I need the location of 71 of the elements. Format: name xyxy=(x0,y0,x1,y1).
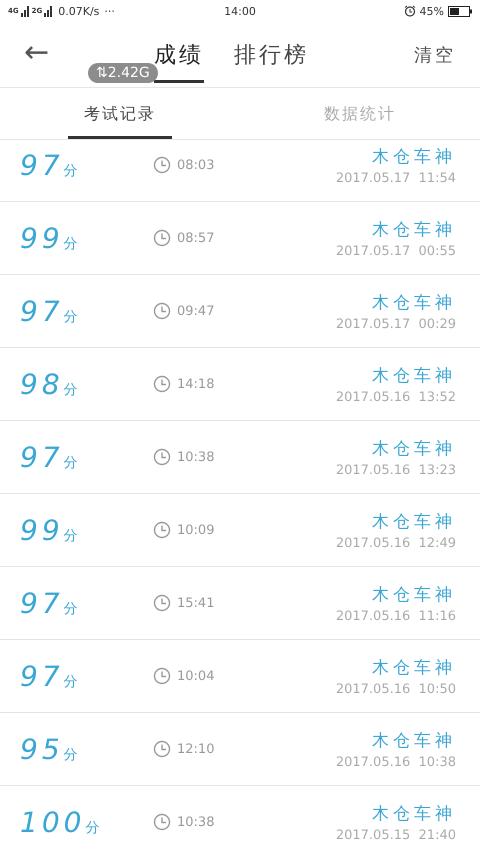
score-unit: 分 xyxy=(64,380,78,398)
exam-date: 2017.05.16 13:23 xyxy=(336,462,456,478)
score: 99 xyxy=(20,514,64,546)
exam-date: 2017.05.17 00:29 xyxy=(336,316,456,332)
clock-icon xyxy=(153,667,171,685)
section-tab[interactable]: 考试记录 xyxy=(68,88,172,139)
clock-icon xyxy=(153,156,171,174)
user-name: 木仓车神 xyxy=(372,438,456,460)
exam-duration: 09:47 xyxy=(177,304,214,318)
exam-duration: 10:04 xyxy=(177,668,214,684)
exam-duration: 10:38 xyxy=(177,450,214,464)
score: 97 xyxy=(20,294,64,328)
user-name: 木仓车神 xyxy=(372,802,456,824)
exam-duration: 15:41 xyxy=(177,596,214,610)
signal-icon xyxy=(44,6,54,16)
clock-time: 14:00 xyxy=(224,4,256,18)
score: 99 xyxy=(20,222,64,254)
score: 97 xyxy=(20,148,64,182)
score: 95 xyxy=(20,732,64,766)
battery-percent: 45% xyxy=(420,4,444,18)
battery-icon xyxy=(448,6,472,16)
exam-duration: 14:18 xyxy=(177,376,214,392)
exam-duration: 10:09 xyxy=(177,522,214,538)
clock-icon xyxy=(153,594,171,612)
user-name: 木仓车神 xyxy=(372,292,456,314)
clock-icon xyxy=(153,521,171,539)
exam-date: 2017.05.17 11:54 xyxy=(336,170,456,186)
exam-date: 2017.05.15 21:40 xyxy=(336,828,456,842)
score: 97 xyxy=(20,660,64,692)
user-name: 木仓车神 xyxy=(372,656,456,678)
exam-duration: 08:03 xyxy=(177,158,214,172)
score-unit: 分 xyxy=(64,600,78,618)
score: 97 xyxy=(20,440,64,474)
user-name: 木仓车神 xyxy=(372,218,456,240)
exam-date: 2017.05.16 13:52 xyxy=(336,390,456,404)
user-name: 木仓车神 xyxy=(372,584,456,606)
user-name: 木仓车神 xyxy=(372,146,456,168)
score-unit: 分 xyxy=(64,308,78,326)
clear-button[interactable]: 清空 xyxy=(408,42,480,68)
exam-date: 2017.05.16 10:38 xyxy=(336,754,456,770)
clock-icon xyxy=(153,813,171,831)
clock-icon xyxy=(153,375,171,393)
exam-duration: 08:57 xyxy=(177,230,214,246)
clock-icon xyxy=(153,229,171,247)
score-unit: 分 xyxy=(64,234,78,252)
header-tab[interactable]: 排行榜 xyxy=(234,26,309,83)
clock-icon xyxy=(153,448,171,466)
score-unit: 分 xyxy=(64,746,78,764)
score-unit: 分 xyxy=(85,818,100,836)
clock-icon xyxy=(153,302,171,320)
exam-date: 2017.05.16 12:49 xyxy=(336,536,456,550)
user-name: 木仓车神 xyxy=(372,510,456,532)
user-name: 木仓车神 xyxy=(372,364,456,386)
score-unit: 分 xyxy=(64,672,78,690)
exam-duration: 12:10 xyxy=(177,742,214,756)
score: 98 xyxy=(20,368,64,400)
exam-date: 2017.05.16 11:16 xyxy=(336,608,456,624)
score: 97 xyxy=(20,586,64,620)
alarm-icon xyxy=(404,5,416,17)
exam-duration: 10:38 xyxy=(177,814,214,830)
exam-date: 2017.05.16 10:50 xyxy=(336,682,456,696)
score: 100 xyxy=(20,806,86,838)
network-speed: 0.07K/s xyxy=(58,4,100,18)
exam-date: 2017.05.17 00:55 xyxy=(336,244,456,258)
clock-icon xyxy=(153,740,171,758)
more-indicator: ··· xyxy=(104,4,115,18)
user-name: 木仓车神 xyxy=(372,730,456,752)
score-unit: 分 xyxy=(64,162,78,180)
score-unit: 分 xyxy=(64,454,78,472)
signal-icon xyxy=(20,6,30,16)
score-unit: 分 xyxy=(64,526,78,544)
